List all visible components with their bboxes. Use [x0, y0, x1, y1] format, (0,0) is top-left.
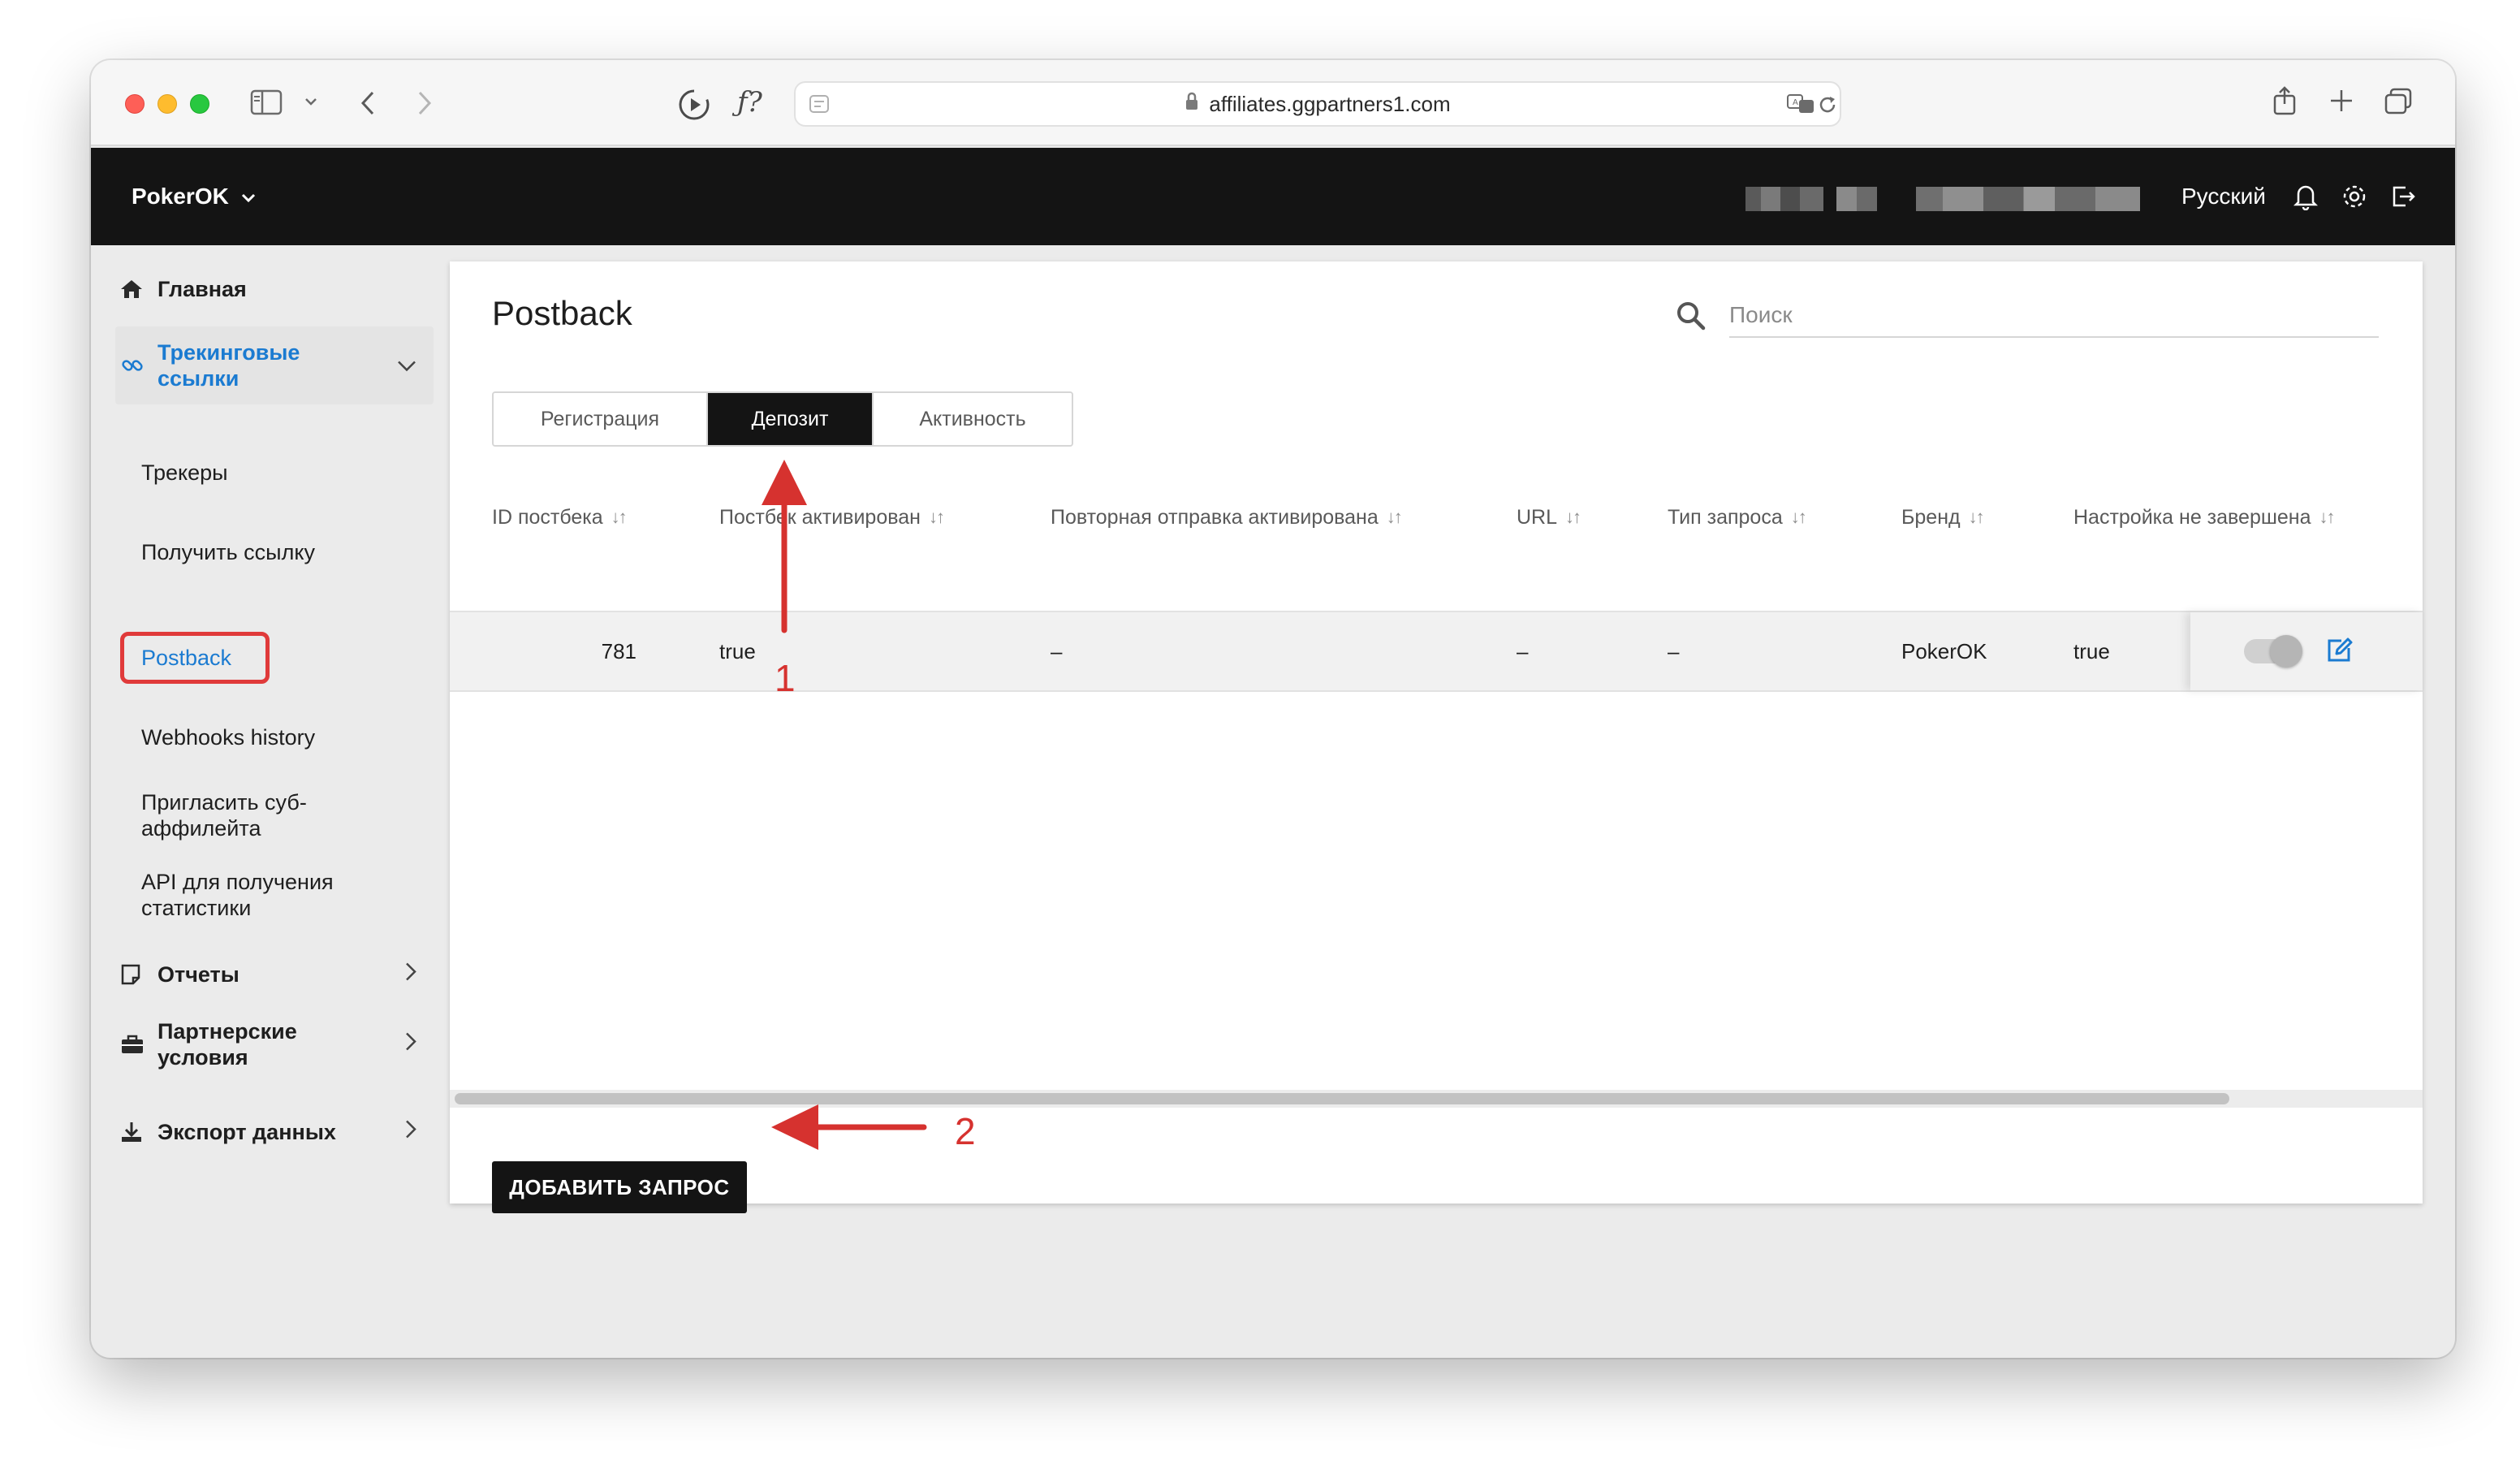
- report-icon: [115, 963, 158, 986]
- home-icon: [115, 279, 158, 300]
- lock-icon: [1184, 92, 1199, 117]
- cell-url: –: [1517, 638, 1529, 663]
- redacted-account-id: [1836, 187, 1877, 211]
- sidebar-subitem-invite-sub-affiliate[interactable]: Пригласить суб-аффилейта: [141, 789, 352, 841]
- cell-request-type: –: [1668, 638, 1680, 663]
- column-header-id[interactable]: ID постбека ↓↑: [492, 497, 628, 538]
- sidebar-item-data-export[interactable]: Экспорт данных: [115, 1116, 434, 1148]
- search-input[interactable]: [1729, 294, 2379, 338]
- tab-registration[interactable]: Регистрация: [494, 393, 706, 445]
- reload-icon[interactable]: [1817, 94, 1838, 115]
- language-selector[interactable]: Русский: [2181, 148, 2266, 245]
- column-header-resend[interactable]: Повторная отправка активирована ↓↑: [1051, 497, 1403, 538]
- tab-deposit[interactable]: Депозит: [706, 393, 872, 445]
- row-actions: [2190, 612, 2423, 690]
- sort-icon: ↓↑: [1790, 507, 1807, 527]
- add-request-button[interactable]: ДОБАВИТЬ ЗАПРОС: [492, 1161, 747, 1213]
- sort-icon: ↓↑: [1565, 507, 1581, 527]
- browser-window: ƒ? affiliates.ggpartners1.com A PokerOK …: [91, 60, 2455, 1358]
- annotation-marker-1: 1: [775, 657, 796, 699]
- logout-icon[interactable]: [2387, 180, 2419, 213]
- tab-overview-icon[interactable]: [2384, 88, 2413, 115]
- extension-play-icon[interactable]: [677, 88, 711, 122]
- sidebar-item-label: Трекинговые ссылки: [158, 340, 300, 391]
- table-row: 781 true – – – PokerOK true: [450, 611, 2423, 692]
- browser-titlebar: ƒ? affiliates.ggpartners1.com A: [91, 60, 2455, 146]
- formula-icon[interactable]: ƒ?: [737, 86, 762, 119]
- sidebar-item-label: Главная: [158, 277, 247, 301]
- chevron-right-icon: [404, 962, 417, 988]
- sidebar-subitem-trackers[interactable]: Трекеры: [141, 460, 417, 486]
- column-header-url[interactable]: URL ↓↑: [1517, 497, 1581, 538]
- address-bar[interactable]: affiliates.ggpartners1.com A: [794, 81, 1841, 127]
- chevron-right-icon: [404, 1119, 417, 1146]
- cell-brand: PokerOK: [1901, 638, 1987, 663]
- forward-icon[interactable]: [416, 89, 434, 117]
- chevron-down-icon[interactable]: [304, 96, 318, 107]
- sort-icon: ↓↑: [928, 507, 945, 527]
- chevron-down-icon: [240, 184, 257, 210]
- sidebar-item-label: Отчеты: [158, 962, 239, 987]
- close-window-button[interactable]: [125, 94, 145, 114]
- sort-icon: ↓↑: [1968, 507, 1985, 527]
- brand-name: PokerOK: [132, 184, 229, 209]
- annotation-marker-2: 2: [955, 1110, 976, 1152]
- sidebar-subitem-stats-api[interactable]: API для получения статистики: [141, 869, 360, 921]
- new-tab-icon[interactable]: [2328, 88, 2354, 114]
- sidebar-item-tracking-links[interactable]: Трекинговые ссылки: [115, 326, 434, 404]
- app-header: PokerOK Русский: [91, 148, 2455, 245]
- page-title: Postback: [492, 294, 632, 332]
- gear-icon[interactable]: [2338, 180, 2371, 213]
- redacted-account-id: [1745, 187, 1823, 211]
- minimize-window-button[interactable]: [158, 94, 177, 114]
- download-icon: [115, 1121, 158, 1143]
- postback-card: Postback Регистрация Депозит Активность …: [450, 261, 2423, 1213]
- sidebar-toggle-icon[interactable]: [250, 89, 283, 115]
- column-header-request-type[interactable]: Тип запроса ↓↑: [1668, 497, 1807, 538]
- scrollbar-thumb[interactable]: [455, 1093, 2229, 1104]
- sort-icon: ↓↑: [2319, 507, 2336, 527]
- zoom-window-button[interactable]: [190, 94, 209, 114]
- brand-selector[interactable]: PokerOK: [132, 148, 257, 245]
- column-header-activated[interactable]: Постбек активирован ↓↑: [719, 497, 945, 538]
- sidebar: Главная Трекинговые ссылки Трекеры Получ…: [91, 245, 440, 1358]
- chevron-right-icon: [404, 1031, 417, 1058]
- sort-icon: ↓↑: [611, 507, 628, 527]
- bell-icon[interactable]: [2289, 180, 2322, 213]
- search-icon[interactable]: [1676, 300, 1707, 335]
- translate-icon[interactable]: A: [1786, 93, 1815, 115]
- table-header: ID постбека ↓↑ Постбек активирован ↓↑ Повт…: [450, 497, 2423, 538]
- redacted-account-email: [1916, 187, 2140, 211]
- postback-toggle[interactable]: [2244, 635, 2302, 668]
- annotation-highlight-box: [120, 632, 270, 684]
- share-icon[interactable]: [2272, 84, 2298, 117]
- tab-activity[interactable]: Активность: [872, 393, 1072, 445]
- url-display: affiliates.ggpartners1.com: [796, 83, 1840, 125]
- cell-incomplete: true: [2073, 638, 2110, 663]
- sidebar-item-partner-terms[interactable]: Партнерские условия: [115, 1012, 434, 1077]
- svg-text:A: A: [1793, 98, 1798, 107]
- sidebar-item-label: Экспорт данных: [158, 1120, 336, 1144]
- sidebar-item-home[interactable]: Главная: [115, 273, 434, 305]
- cell-activated: true: [719, 638, 756, 663]
- cell-id: 781: [601, 638, 636, 663]
- sidebar-subitem-get-link[interactable]: Получить ссылку: [141, 539, 417, 565]
- edit-icon[interactable]: [2325, 636, 2354, 668]
- search-box: [1676, 294, 2384, 339]
- horizontal-scrollbar[interactable]: [450, 1090, 2423, 1108]
- back-icon[interactable]: [359, 89, 377, 117]
- chevron-down-icon: [396, 353, 417, 378]
- column-header-incomplete[interactable]: Настройка не завершена ↓↑: [2073, 497, 2336, 538]
- cell-resend: –: [1051, 638, 1063, 663]
- sidebar-item-reports[interactable]: Отчеты: [115, 958, 434, 991]
- briefcase-icon: [115, 1034, 158, 1055]
- link-icon: [115, 353, 158, 378]
- sort-icon: ↓↑: [1386, 507, 1403, 527]
- url-text: affiliates.ggpartners1.com: [1209, 91, 1451, 116]
- sidebar-subitem-webhooks-history[interactable]: Webhooks history: [141, 724, 417, 750]
- column-header-brand[interactable]: Бренд ↓↑: [1901, 497, 1985, 538]
- sidebar-item-label: Партнерские условия: [158, 1019, 297, 1070]
- event-type-tabs: Регистрация Депозит Активность: [492, 391, 1073, 447]
